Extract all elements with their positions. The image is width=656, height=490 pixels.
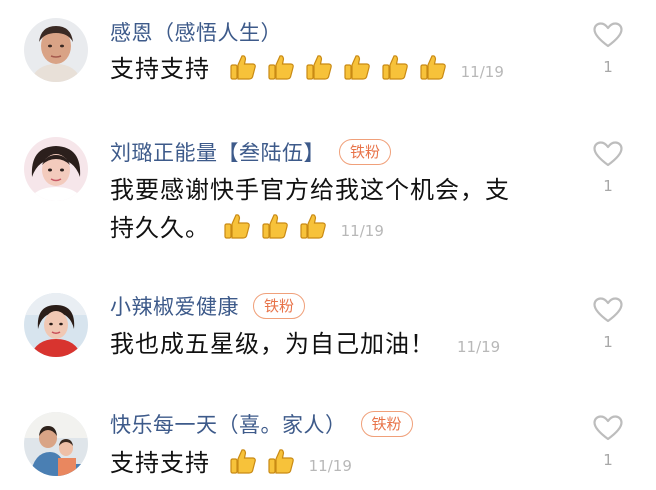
like-count: 1 bbox=[603, 451, 613, 469]
comment-username[interactable]: 刘璐正能量【叁陆伍】 bbox=[110, 137, 325, 167]
thumbs-up-emoji bbox=[419, 53, 447, 81]
heart-outline-icon[interactable] bbox=[593, 415, 623, 441]
username-row: 快乐每一天（喜。家人） 铁粉 bbox=[110, 409, 413, 439]
comment-text-line: 我要感谢快手官方给我这个机会，支 bbox=[110, 176, 510, 204]
username-row: 小辣椒爱健康 铁粉 bbox=[110, 291, 306, 321]
comment-date: 11/19 bbox=[340, 222, 384, 240]
like-count: 1 bbox=[603, 333, 613, 351]
comment-date: 11/19 bbox=[308, 457, 352, 475]
like-button[interactable]: 1 bbox=[588, 22, 628, 76]
avatar[interactable] bbox=[24, 412, 88, 476]
avatar[interactable] bbox=[24, 18, 88, 82]
thumbs-up-emoji bbox=[223, 212, 251, 240]
thumbs-up-emoji bbox=[381, 53, 409, 81]
comment-text: 我也成五星级，为自己加油！ 11/19 bbox=[110, 325, 565, 366]
comment-text: 我要感谢快手官方给我这个机会，支 持久久。 11/19 bbox=[110, 171, 565, 250]
thumbs-up-emoji bbox=[305, 53, 333, 81]
heart-outline-icon[interactable] bbox=[593, 141, 623, 167]
thumbs-up-emoji bbox=[267, 53, 295, 81]
like-button[interactable]: 1 bbox=[588, 297, 628, 351]
username-row: 感恩（感悟人生） bbox=[110, 17, 282, 47]
comment-text-line: 持久久。 bbox=[110, 214, 210, 242]
heart-outline-icon[interactable] bbox=[593, 22, 623, 48]
comment-text-line-wrap: 持久久。 11/19 bbox=[110, 209, 565, 250]
fan-badge: 铁粉 bbox=[360, 411, 413, 437]
like-count: 1 bbox=[603, 177, 613, 195]
comment-date: 11/19 bbox=[457, 338, 501, 356]
comment-text-body: 支持支持 bbox=[110, 449, 210, 477]
comment-username[interactable]: 小辣椒爱健康 bbox=[110, 291, 239, 321]
comment-text: 支持支持 11/19 bbox=[110, 444, 565, 485]
like-button[interactable]: 1 bbox=[588, 415, 628, 469]
fan-badge: 铁粉 bbox=[339, 139, 392, 165]
comment-text-body: 支持支持 bbox=[110, 55, 210, 83]
comment-username[interactable]: 快乐每一天（喜。家人） bbox=[110, 409, 347, 439]
thumbs-up-emoji bbox=[299, 212, 327, 240]
comment-text: 支持支持 11/19 bbox=[110, 50, 565, 91]
comment-text-body: 我也成五星级，为自己加油！ bbox=[110, 330, 435, 358]
like-count: 1 bbox=[603, 58, 613, 76]
thumbs-up-emoji bbox=[343, 53, 371, 81]
comment-date: 11/19 bbox=[460, 63, 504, 81]
thumbs-up-emoji bbox=[267, 447, 295, 475]
like-button[interactable]: 1 bbox=[588, 141, 628, 195]
avatar[interactable] bbox=[24, 293, 88, 357]
avatar[interactable] bbox=[24, 137, 88, 201]
thumbs-up-emoji bbox=[229, 53, 257, 81]
heart-outline-icon[interactable] bbox=[593, 297, 623, 323]
username-row: 刘璐正能量【叁陆伍】 铁粉 bbox=[110, 137, 392, 167]
comment-username[interactable]: 感恩（感悟人生） bbox=[110, 17, 282, 47]
fan-badge: 铁粉 bbox=[253, 293, 306, 319]
thumbs-up-emoji bbox=[229, 447, 257, 475]
thumbs-up-emoji bbox=[261, 212, 289, 240]
